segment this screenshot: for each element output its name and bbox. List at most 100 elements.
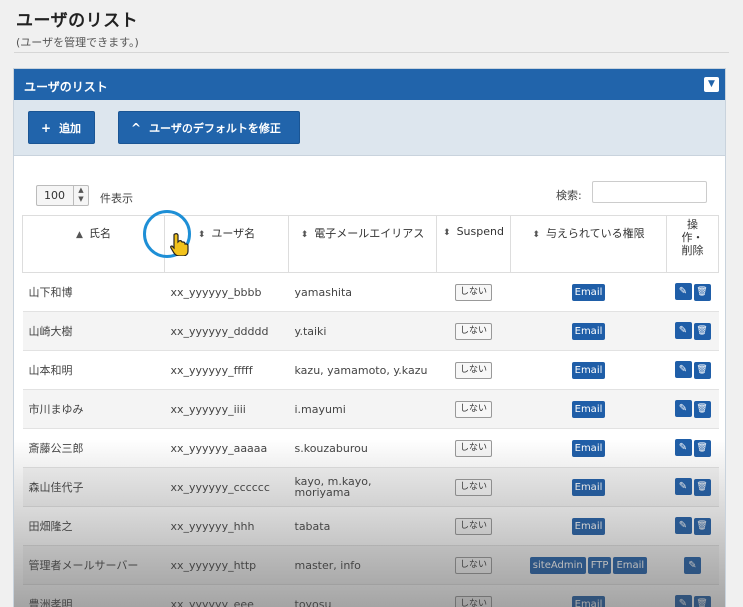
- cell-email-alias: i.mayumi: [288, 389, 437, 429]
- cell-email-alias: tabata: [288, 506, 437, 546]
- suspend-toggle-button[interactable]: しない: [454, 517, 492, 535]
- edit-pencil-icon[interactable]: ✎: [674, 439, 692, 456]
- edit-pencil-icon[interactable]: ✎: [674, 478, 692, 495]
- suspend-toggle-button[interactable]: しない: [454, 361, 492, 379]
- sort-icon[interactable]: ⬍: [532, 230, 540, 240]
- cell-permissions: Email: [510, 272, 667, 312]
- edit-pencil-icon[interactable]: ✎: [684, 556, 701, 574]
- cell-actions: ✎ 🗑: [666, 311, 719, 351]
- table-row[interactable]: 管理者メールサーバー xx_yyyyyy_http master, info しない s…: [22, 545, 719, 585]
- column-header-permissions[interactable]: ⬍ 与えられている権限: [510, 215, 667, 273]
- cell-suspend: しない: [436, 272, 511, 312]
- cell-actions: ✎ 🗑: [666, 272, 719, 312]
- page-length-value: 100: [44, 189, 65, 202]
- user-table: ▲ 氏名 ⬍ ユーザ名 ⬍ 電子メールエイリアス ⬍ Suspend ⬍ 与えられている権限 操 作…: [22, 215, 719, 607]
- sort-ascending-icon[interactable]: ▲: [76, 230, 83, 240]
- cell-email-alias: yamashita: [288, 272, 437, 312]
- cell-username: xx_yyyyyy_iiii: [164, 389, 289, 429]
- cell-name: 斎藤公三郎: [22, 428, 165, 468]
- cell-actions: ✎ 🗑: [666, 389, 719, 429]
- cell-suspend: しない: [436, 506, 511, 546]
- cell-suspend: しない: [436, 389, 511, 429]
- table-row[interactable]: 山下和博 xx_yyyyyy_bbbb yamashita しない Email ✎ 🗑: [22, 272, 719, 312]
- suspend-toggle-button[interactable]: しない: [454, 595, 492, 607]
- sort-icon[interactable]: ⬍: [198, 230, 206, 240]
- cell-suspend: しない: [436, 467, 511, 507]
- cell-username: xx_yyyyyy_eee: [164, 584, 289, 607]
- table-header-row: ▲ 氏名 ⬍ ユーザ名 ⬍ 電子メールエイリアス ⬍ Suspend ⬍ 与えられている権限 操 作…: [22, 215, 719, 273]
- suspend-toggle-button[interactable]: しない: [454, 556, 492, 574]
- edit-pencil-icon[interactable]: ✎: [674, 283, 692, 300]
- permission-badge: Email: [571, 517, 606, 535]
- cell-email-alias: master, info: [288, 545, 437, 585]
- column-header-label: ユーザ名: [211, 227, 256, 240]
- table-row[interactable]: 森山佳代子 xx_yyyyyy_cccccc kayo, m.kayo, moriy…: [22, 467, 719, 507]
- column-header-name[interactable]: ▲ 氏名: [22, 215, 165, 273]
- cell-suspend: しない: [436, 428, 511, 468]
- table-row[interactable]: 田畑隆之 xx_yyyyyy_hhh tabata しない Email ✎ 🗑: [22, 506, 719, 546]
- spinner-arrows-icon[interactable]: ▲ ▼: [73, 186, 88, 205]
- plus-icon: +: [41, 121, 52, 135]
- column-header-actions: 操 作・ 削除: [666, 215, 719, 273]
- permission-badge: FTP: [587, 556, 612, 574]
- delete-trash-icon[interactable]: 🗑: [693, 596, 711, 607]
- cell-actions: ✎ 🗑: [666, 584, 719, 607]
- cell-suspend: しない: [436, 350, 511, 390]
- page-header: ユーザのリスト (ユーザを管理できます。): [16, 6, 139, 50]
- table-row[interactable]: 斎藤公三郎 xx_yyyyyy_aaaaa s.kouzaburou しない Email…: [22, 428, 719, 468]
- edit-pencil-icon[interactable]: ✎: [674, 595, 692, 607]
- delete-trash-icon[interactable]: 🗑: [693, 518, 711, 535]
- delete-trash-icon[interactable]: 🗑: [693, 323, 711, 340]
- user-list-panel: ユーザのリスト ▼ + 追加 ^ ユーザのデフォルトを修正 100 ▲ ▼ 件表示 検…: [13, 68, 726, 607]
- panel-title: ユーザのリスト: [24, 80, 108, 94]
- column-header-label: 操 作・ 削除: [681, 218, 704, 257]
- edit-pencil-icon[interactable]: ✎: [674, 517, 692, 534]
- header-divider: [14, 52, 729, 53]
- cell-name: 市川まゆみ: [22, 389, 165, 429]
- suspend-toggle-button[interactable]: しない: [454, 322, 492, 340]
- sort-icon[interactable]: ⬍: [301, 230, 309, 240]
- delete-trash-icon[interactable]: 🗑: [693, 479, 711, 496]
- delete-trash-icon[interactable]: 🗑: [693, 440, 711, 457]
- cell-email-alias: y.taiki: [288, 311, 437, 351]
- cell-username: xx_yyyyyy_bbbb: [164, 272, 289, 312]
- cell-name: 山崎大樹: [22, 311, 165, 351]
- edit-pencil-icon[interactable]: ✎: [674, 400, 692, 417]
- cell-username: xx_yyyyyy_aaaaa: [164, 428, 289, 468]
- delete-trash-icon[interactable]: 🗑: [693, 362, 711, 379]
- cell-username: xx_yyyyyy_fffff: [164, 350, 289, 390]
- edit-user-defaults-label: ユーザのデフォルトを修正: [149, 122, 281, 135]
- table-row[interactable]: 山本和明 xx_yyyyyy_fffff kazu, yamamoto, y.kaz…: [22, 350, 719, 390]
- cell-suspend: しない: [436, 311, 511, 351]
- delete-trash-icon[interactable]: 🗑: [693, 401, 711, 418]
- suspend-toggle-button[interactable]: しない: [454, 283, 492, 301]
- edit-pencil-icon[interactable]: ✎: [674, 322, 692, 339]
- add-user-button[interactable]: + 追加: [28, 111, 95, 144]
- page-subtitle: (ユーザを管理できます。): [16, 36, 139, 49]
- edit-pencil-icon[interactable]: ✎: [674, 361, 692, 378]
- table-row[interactable]: 豊洲孝明 xx_yyyyyy_eee toyosu しない Email ✎ 🗑: [22, 584, 719, 607]
- edit-user-defaults-button[interactable]: ^ ユーザのデフォルトを修正: [118, 111, 300, 144]
- cell-actions: ✎ 🗑: [666, 506, 719, 546]
- suspend-toggle-button[interactable]: しない: [454, 439, 492, 457]
- page-length-select[interactable]: 100 ▲ ▼: [36, 185, 89, 206]
- cell-email-alias: s.kouzaburou: [288, 428, 437, 468]
- permission-badge: siteAdmin: [529, 556, 586, 574]
- suspend-toggle-button[interactable]: しない: [454, 400, 492, 418]
- cell-name: 山下和博: [22, 272, 165, 312]
- cell-name: 田畑隆之: [22, 506, 165, 546]
- delete-trash-icon[interactable]: 🗑: [693, 284, 711, 301]
- chevron-down-icon[interactable]: ▼: [704, 77, 719, 92]
- sort-icon[interactable]: ⬍: [443, 228, 451, 238]
- table-row[interactable]: 市川まゆみ xx_yyyyyy_iiii i.mayumi しない Email ✎ 🗑: [22, 389, 719, 429]
- cell-suspend: しない: [436, 584, 511, 607]
- column-header-suspend[interactable]: ⬍ Suspend: [436, 215, 511, 273]
- column-header-email-alias[interactable]: ⬍ 電子メールエイリアス: [288, 215, 437, 273]
- search-input[interactable]: [592, 181, 707, 203]
- cell-username: xx_yyyyyy_http: [164, 545, 289, 585]
- suspend-toggle-button[interactable]: しない: [454, 478, 492, 496]
- cell-actions: ✎: [666, 545, 719, 585]
- table-row[interactable]: 山崎大樹 xx_yyyyyy_ddddd y.taiki しない Email ✎ 🗑: [22, 311, 719, 351]
- column-header-username[interactable]: ⬍ ユーザ名: [164, 215, 289, 273]
- panel-header: ユーザのリスト ▼: [14, 69, 725, 100]
